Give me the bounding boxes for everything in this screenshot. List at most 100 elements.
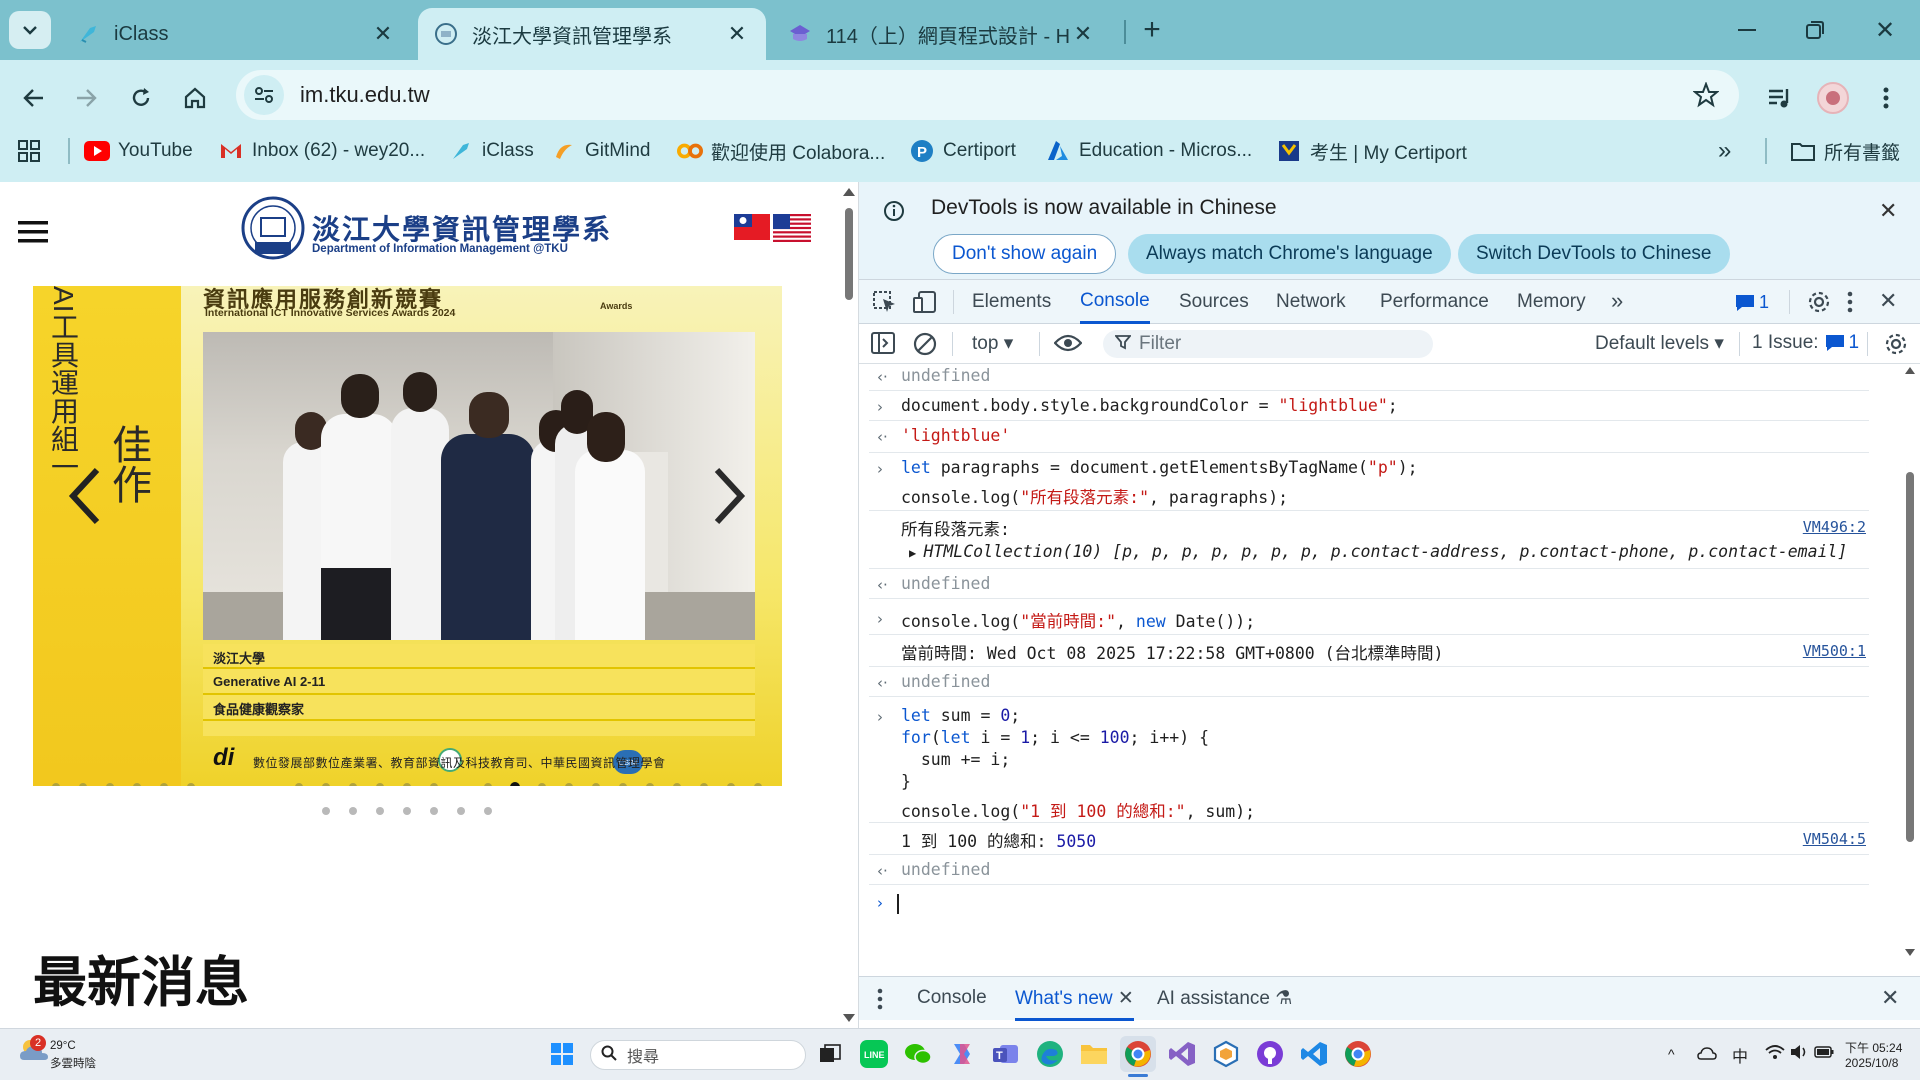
onedrive-icon[interactable] xyxy=(1697,1046,1717,1065)
more-tabs-chevron-icon[interactable]: » xyxy=(1611,288,1623,314)
console-input-line[interactable]: document.body.style.backgroundColor = "l… xyxy=(901,396,1398,415)
clear-console-icon[interactable] xyxy=(913,332,937,361)
apps-grid-icon[interactable] xyxy=(18,130,40,172)
console-input-line[interactable]: sum += i; xyxy=(901,750,1010,769)
bookmark-colab[interactable]: 歡迎使用 Colabora... xyxy=(677,130,885,172)
drawer-tab-console[interactable]: Console xyxy=(917,987,987,1009)
volume-icon[interactable] xyxy=(1790,1044,1808,1065)
clock-date[interactable]: 2025/10/8 xyxy=(1845,1056,1898,1070)
close-icon[interactable]: ✕ xyxy=(1070,21,1096,47)
new-tab-button[interactable]: + xyxy=(1127,10,1177,50)
wechat-app-icon[interactable] xyxy=(900,1036,936,1072)
live-expression-eye-icon[interactable] xyxy=(1053,333,1083,358)
console-scrollbar[interactable] xyxy=(1903,364,1917,959)
drawer-kebab-icon[interactable] xyxy=(877,988,883,1015)
bookmark-education[interactable]: Education - Micros... xyxy=(1045,130,1252,172)
tab-sources[interactable]: Sources xyxy=(1179,280,1249,324)
expand-triangle-icon[interactable]: ▶ xyxy=(909,546,923,560)
file-explorer-icon[interactable] xyxy=(1076,1036,1112,1072)
task-view-icon[interactable] xyxy=(812,1036,848,1072)
taskbar-search[interactable]: 搜尋 xyxy=(590,1040,806,1070)
wifi-icon[interactable] xyxy=(1765,1044,1785,1065)
bookmark-mycertiport[interactable]: 考生 | My Certiport xyxy=(1276,130,1467,172)
console-input-line[interactable]: for(let i = 1; i <= 100; i++) { xyxy=(901,728,1209,747)
close-icon[interactable]: ✕ xyxy=(1118,988,1134,1009)
bookmark-gmail[interactable]: Inbox (62) - wey20... xyxy=(218,130,425,172)
profile-avatar[interactable] xyxy=(1813,78,1853,118)
bookmark-certiport[interactable]: P Certiport xyxy=(909,130,1016,172)
issues-badge[interactable]: 1 xyxy=(1735,292,1769,313)
tab-memory[interactable]: Memory xyxy=(1517,280,1586,324)
battery-icon[interactable] xyxy=(1814,1045,1834,1063)
restore-button[interactable] xyxy=(1790,10,1840,50)
site-info-icon[interactable] xyxy=(244,75,284,115)
console-input-line[interactable]: console.log("所有段落元素:", paragraphs); xyxy=(901,484,1288,508)
bookmark-youtube[interactable]: YouTube xyxy=(84,130,193,172)
close-window-button[interactable]: ✕ xyxy=(1860,10,1910,50)
tray-overflow-chevron-icon[interactable]: ^ xyxy=(1668,1046,1675,1062)
sidebar-toggle-icon[interactable] xyxy=(871,332,895,359)
bookmark-star-icon[interactable] xyxy=(1692,81,1720,113)
url-text[interactable]: im.tku.edu.tw xyxy=(300,82,430,108)
close-icon[interactable]: ✕ xyxy=(724,21,750,47)
teams-app-icon[interactable]: T xyxy=(988,1036,1024,1072)
tab-hackmd[interactable]: 114（上）網頁程式設計 - Hack ✕ xyxy=(772,8,1112,60)
context-selector[interactable]: top ▾ xyxy=(972,332,1013,355)
us-flag-icon[interactable] xyxy=(773,214,811,247)
minimize-button[interactable] xyxy=(1722,10,1772,50)
console-settings-gear-icon[interactable] xyxy=(1884,332,1908,361)
inspect-element-icon[interactable] xyxy=(873,291,897,318)
line-app-icon[interactable]: LINE xyxy=(856,1036,892,1072)
source-link[interactable]: VM500:1 xyxy=(1803,642,1866,660)
reload-button[interactable] xyxy=(121,78,161,118)
issues-counter[interactable]: 1 Issue: 1 xyxy=(1752,332,1859,354)
carousel-pagination[interactable] xyxy=(321,803,496,821)
console-output[interactable]: ‹· undefined › document.body.style.backg… xyxy=(859,364,1920,959)
chrome-app-icon[interactable] xyxy=(1120,1036,1156,1072)
filter-input[interactable]: Filter xyxy=(1103,330,1433,358)
hamburger-menu-icon[interactable] xyxy=(18,220,48,249)
bookmark-gitmind[interactable]: GitMind xyxy=(551,130,650,172)
bookmark-iclass[interactable]: iClass xyxy=(448,130,534,172)
clock-time[interactable]: 下午 05:24 xyxy=(1845,1039,1902,1056)
log-levels-dropdown[interactable]: Default levels ▾ xyxy=(1595,332,1724,355)
visual-studio-icon[interactable] xyxy=(1164,1036,1200,1072)
source-link[interactable]: VM496:2 xyxy=(1803,518,1866,536)
page-scrollbar[interactable] xyxy=(840,182,858,1028)
tab-network[interactable]: Network xyxy=(1276,280,1346,324)
ime-indicator[interactable]: 中 xyxy=(1732,1043,1748,1067)
edge-app-icon[interactable] xyxy=(1032,1036,1068,1072)
media-control-icon[interactable] xyxy=(1760,78,1800,118)
console-input-line[interactable]: console.log("當前時間:", new Date()); xyxy=(901,608,1255,632)
tab-search-button[interactable] xyxy=(9,11,51,49)
vscode-app-icon[interactable] xyxy=(1296,1036,1332,1072)
drawer-tab-whats-new[interactable]: What's new ✕ xyxy=(1015,987,1134,1021)
hex-app-icon[interactable] xyxy=(1208,1036,1244,1072)
back-button[interactable] xyxy=(14,78,54,118)
dont-show-again-button[interactable]: Don't show again xyxy=(933,234,1117,274)
tku-logo-icon[interactable] xyxy=(241,196,305,260)
tab-elements[interactable]: Elements xyxy=(972,280,1051,324)
home-button[interactable] xyxy=(175,78,215,118)
address-bar[interactable]: im.tku.edu.tw xyxy=(236,70,1739,120)
close-icon[interactable]: ✕ xyxy=(370,21,396,47)
drawer-tab-ai-assistance[interactable]: AI assistance ⚗ xyxy=(1157,987,1292,1010)
switch-to-chinese-button[interactable]: Switch DevTools to Chinese xyxy=(1458,234,1730,274)
github-desktop-icon[interactable] xyxy=(1252,1036,1288,1072)
close-icon[interactable]: ✕ xyxy=(1879,198,1897,224)
tab-iclass[interactable]: iClass ✕ xyxy=(60,8,412,60)
taiwan-flag-icon[interactable] xyxy=(734,214,770,245)
console-prompt-caret[interactable] xyxy=(897,894,899,914)
close-devtools-icon[interactable]: ✕ xyxy=(1879,288,1897,314)
start-button[interactable] xyxy=(544,1036,580,1072)
console-input-line[interactable]: let paragraphs = document.getElementsByT… xyxy=(901,458,1418,477)
settings-gear-icon[interactable] xyxy=(1807,290,1831,319)
always-match-language-button[interactable]: Always match Chrome's language xyxy=(1128,234,1451,274)
all-bookmarks-folder[interactable]: 所有書籤 xyxy=(1790,130,1900,172)
news-carousel[interactable]: AI工具運用組一 佳作 資訊應用服務創新競賽 International ICT… xyxy=(33,286,782,786)
chrome-app-icon-2[interactable] xyxy=(1340,1036,1376,1072)
device-toolbar-icon[interactable] xyxy=(913,291,937,318)
console-input-line[interactable]: let sum = 0; xyxy=(901,706,1020,725)
more-bookmarks-chevron-icon[interactable]: » xyxy=(1718,130,1731,172)
tab-console[interactable]: Console xyxy=(1080,280,1150,324)
